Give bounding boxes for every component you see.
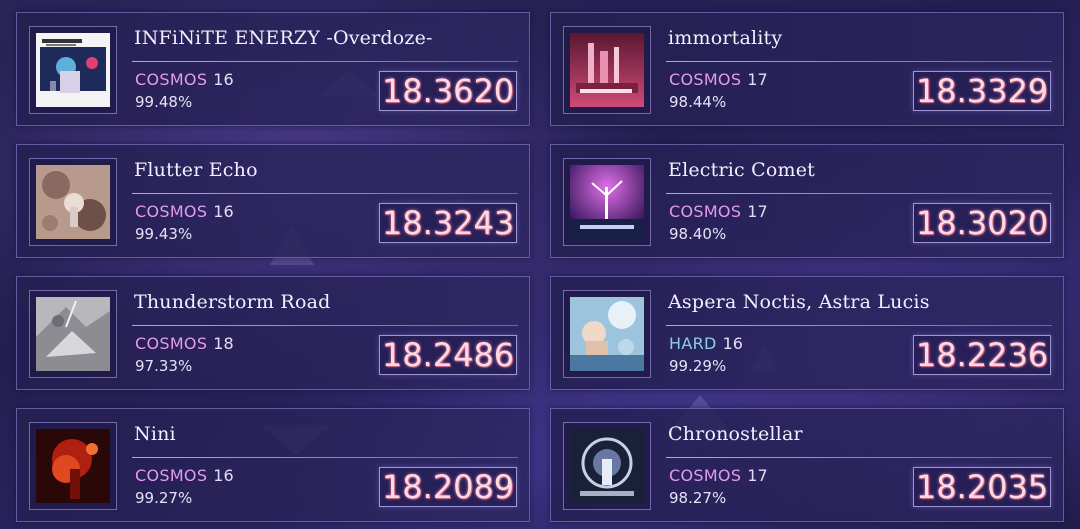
title-divider <box>666 193 1052 194</box>
song-title: Thunderstorm Road <box>134 291 331 313</box>
difficulty-level: 18 <box>213 334 234 353</box>
accuracy-value: 98.27% <box>669 489 727 507</box>
record-card[interactable]: Nini COSMOS 16 99.27% 18.2089 <box>16 408 530 522</box>
rating-box: 18.2236 <box>913 335 1051 375</box>
rating-box: 18.3020 <box>913 203 1051 243</box>
difficulty-name: HARD <box>669 334 717 353</box>
rating-value: 18.2236 <box>915 336 1049 374</box>
difficulty-info: HARD 16 <box>669 334 743 353</box>
rating-value: 18.2089 <box>381 468 515 506</box>
song-title: Electric Comet <box>668 159 815 181</box>
jacket-frame <box>563 422 651 510</box>
title-divider <box>666 457 1052 458</box>
difficulty-info: COSMOS 17 <box>669 70 768 89</box>
difficulty-info: COSMOS 18 <box>135 334 234 353</box>
difficulty-name: COSMOS <box>135 70 208 89</box>
jacket-frame <box>563 26 651 114</box>
accuracy-value: 99.48% <box>135 93 193 111</box>
difficulty-name: COSMOS <box>669 466 742 485</box>
rating-value: 18.3329 <box>915 72 1049 110</box>
rating-value: 18.3243 <box>381 204 515 242</box>
album-jacket-art <box>36 33 110 107</box>
jacket-frame <box>29 422 117 510</box>
record-card[interactable]: Electric Comet COSMOS 17 98.40% 18.3020 <box>550 144 1064 258</box>
rating-box: 18.2089 <box>379 467 517 507</box>
album-jacket-art <box>36 297 110 371</box>
rating-value: 18.3020 <box>915 204 1049 242</box>
record-card[interactable]: INFiNiTE ENERZY -Overdoze- COSMOS 16 99.4… <box>16 12 530 126</box>
jacket-frame <box>29 290 117 378</box>
rating-value: 18.2035 <box>915 468 1049 506</box>
title-divider <box>132 457 518 458</box>
difficulty-level: 16 <box>213 466 234 485</box>
rating-box: 18.3243 <box>379 203 517 243</box>
accuracy-value: 99.27% <box>135 489 193 507</box>
record-card[interactable]: immortality COSMOS 17 98.44% 18.3329 <box>550 12 1064 126</box>
difficulty-name: COSMOS <box>135 466 208 485</box>
rating-box: 18.2035 <box>913 467 1051 507</box>
rating-value: 18.3620 <box>381 72 515 110</box>
album-jacket-art <box>570 165 644 239</box>
rating-box: 18.2486 <box>379 335 517 375</box>
album-jacket-art <box>36 165 110 239</box>
song-title: INFiNiTE ENERZY -Overdoze- <box>134 27 433 49</box>
rating-box: 18.3329 <box>913 71 1051 111</box>
jacket-frame <box>563 158 651 246</box>
title-divider <box>666 61 1052 62</box>
jacket-frame <box>29 158 117 246</box>
difficulty-level: 16 <box>213 202 234 221</box>
difficulty-info: COSMOS 17 <box>669 466 768 485</box>
difficulty-info: COSMOS 17 <box>669 202 768 221</box>
album-jacket-art <box>570 429 644 503</box>
album-jacket-art <box>570 33 644 107</box>
song-title: Aspera Noctis, Astra Lucis <box>668 291 930 313</box>
song-title: Nini <box>134 423 176 445</box>
difficulty-name: COSMOS <box>135 334 208 353</box>
difficulty-name: COSMOS <box>669 70 742 89</box>
jacket-frame <box>563 290 651 378</box>
song-title: Chronostellar <box>668 423 803 445</box>
album-jacket-art <box>570 297 644 371</box>
accuracy-value: 98.40% <box>669 225 727 243</box>
song-title: immortality <box>668 27 783 49</box>
difficulty-name: COSMOS <box>135 202 208 221</box>
difficulty-name: COSMOS <box>669 202 742 221</box>
difficulty-level: 16 <box>722 334 743 353</box>
accuracy-value: 97.33% <box>135 357 193 375</box>
jacket-frame <box>29 26 117 114</box>
song-title: Flutter Echo <box>134 159 258 181</box>
record-card[interactable]: Flutter Echo COSMOS 16 99.43% 18.3243 <box>16 144 530 258</box>
rating-value: 18.2486 <box>381 336 515 374</box>
title-divider <box>132 193 518 194</box>
difficulty-level: 16 <box>213 70 234 89</box>
title-divider <box>132 325 518 326</box>
accuracy-value: 99.29% <box>669 357 727 375</box>
accuracy-value: 98.44% <box>669 93 727 111</box>
record-card[interactable]: Chronostellar COSMOS 17 98.27% 18.2035 <box>550 408 1064 522</box>
record-card[interactable]: Aspera Noctis, Astra Lucis HARD 16 99.29%… <box>550 276 1064 390</box>
title-divider <box>132 61 518 62</box>
album-jacket-art <box>36 429 110 503</box>
title-divider <box>666 325 1052 326</box>
difficulty-info: COSMOS 16 <box>135 466 234 485</box>
rating-box: 18.3620 <box>379 71 517 111</box>
accuracy-value: 99.43% <box>135 225 193 243</box>
difficulty-level: 17 <box>747 70 768 89</box>
difficulty-info: COSMOS 16 <box>135 70 234 89</box>
difficulty-level: 17 <box>747 466 768 485</box>
record-card[interactable]: Thunderstorm Road COSMOS 18 97.33% 18.248… <box>16 276 530 390</box>
difficulty-level: 17 <box>747 202 768 221</box>
difficulty-info: COSMOS 16 <box>135 202 234 221</box>
